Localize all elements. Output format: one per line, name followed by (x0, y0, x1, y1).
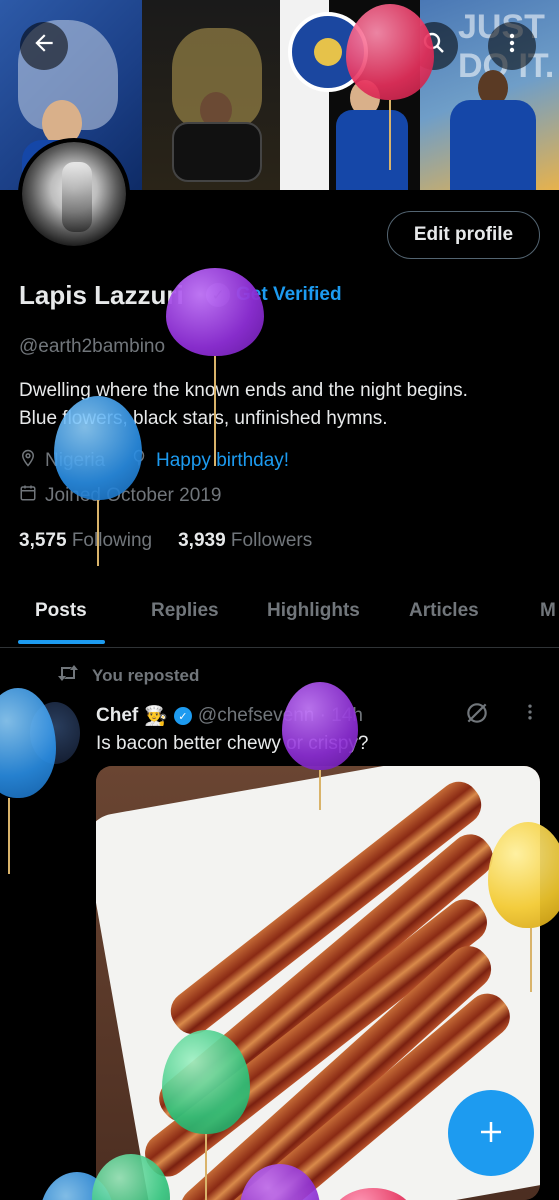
profile-tabs: Posts Replies Highlights Articles M (0, 594, 559, 648)
player-shirt (172, 122, 262, 182)
more-vertical-icon (500, 31, 524, 62)
player-shirt (450, 100, 536, 190)
followers-link[interactable]: 3,939 Followers (178, 530, 312, 552)
profile-birthday[interactable]: Happy birthday! (130, 449, 289, 472)
repost-indicator: You reposted (56, 663, 199, 688)
tab-posts[interactable]: Posts (35, 600, 87, 622)
tab-replies[interactable]: Replies (151, 600, 219, 622)
following-link[interactable]: 3,575 Following (19, 530, 152, 552)
verified-badge-icon: ✓ (173, 707, 192, 725)
edit-profile-button[interactable]: Edit profile (387, 211, 540, 259)
compose-post-button[interactable] (448, 1090, 534, 1176)
following-count: 3,575 (19, 530, 67, 551)
grok-icon[interactable] (464, 700, 490, 733)
repost-label: You reposted (92, 665, 200, 685)
birthday-text[interactable]: Happy birthday! (156, 450, 289, 472)
banner-panel-2 (142, 0, 280, 190)
more-options-button[interactable] (488, 22, 536, 70)
tab-articles[interactable]: Articles (409, 600, 479, 622)
followers-label: Followers (230, 530, 313, 551)
chef-emoji: 👨‍🍳 (144, 706, 168, 727)
profile-name: Lapis Lazzuri (19, 280, 184, 310)
post-author-name[interactable]: Chef (96, 705, 138, 727)
post-more-icon[interactable] (520, 702, 540, 728)
profile-handle: @earth2bambino (19, 336, 166, 357)
repost-icon (56, 663, 80, 688)
plus-icon (476, 1108, 506, 1158)
tab-highlights[interactable]: Highlights (267, 600, 360, 622)
player-shirt (336, 110, 408, 190)
profile-avatar[interactable] (18, 138, 130, 250)
calendar-icon (19, 484, 37, 507)
following-label: Following (71, 530, 153, 551)
arrow-left-icon (31, 30, 57, 63)
followers-count: 3,939 (178, 530, 226, 551)
location-pin-icon (19, 449, 37, 472)
tab-media[interactable]: M (540, 600, 556, 622)
back-button[interactable] (20, 22, 68, 70)
active-tab-indicator (18, 640, 105, 644)
profile-stats: 3,575 Following 3,939 Followers (19, 530, 312, 552)
